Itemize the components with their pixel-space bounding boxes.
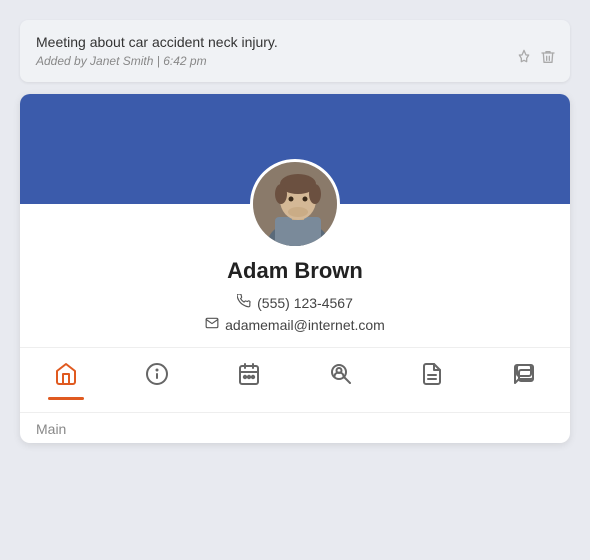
profile-card: Adam Brown (555) 123-4567 adamemail@int [20, 94, 570, 443]
nav-item-notes[interactable] [408, 358, 456, 396]
email-address: adamemail@internet.com [225, 317, 385, 333]
phone-number: (555) 123-4567 [257, 295, 353, 311]
profile-contact: (555) 123-4567 adamemail@internet.com [20, 294, 570, 333]
nav-item-info[interactable] [133, 358, 181, 396]
profile-header [20, 94, 570, 204]
chat-icon [512, 362, 536, 392]
note-actions [516, 49, 556, 70]
nav-item-search[interactable] [317, 358, 365, 396]
note-meta: Added by Janet Smith | 6:42 pm [36, 54, 554, 68]
profile-nav [20, 347, 570, 400]
pin-icon[interactable] [516, 49, 532, 70]
search-person-icon [329, 362, 353, 392]
note-card: Meeting about car accident neck injury. … [20, 20, 570, 82]
document-icon [420, 362, 444, 392]
home-icon [54, 362, 78, 392]
nav-item-calendar[interactable] [225, 358, 273, 396]
note-time: 6:42 pm [163, 54, 206, 68]
info-icon [145, 362, 169, 392]
tab-label: Main [20, 412, 570, 443]
email-icon [205, 316, 219, 333]
avatar [250, 159, 340, 249]
note-text: Meeting about car accident neck injury. [36, 34, 554, 50]
nav-item-chat[interactable] [500, 358, 548, 396]
email-row: adamemail@internet.com [205, 316, 385, 333]
nav-item-home[interactable] [42, 358, 90, 396]
phone-icon [237, 294, 251, 311]
phone-row: (555) 123-4567 [237, 294, 353, 311]
calendar-icon [237, 362, 261, 392]
profile-name: Adam Brown [20, 258, 570, 284]
note-author: Added by Janet Smith [36, 54, 153, 68]
trash-icon[interactable] [540, 49, 556, 70]
